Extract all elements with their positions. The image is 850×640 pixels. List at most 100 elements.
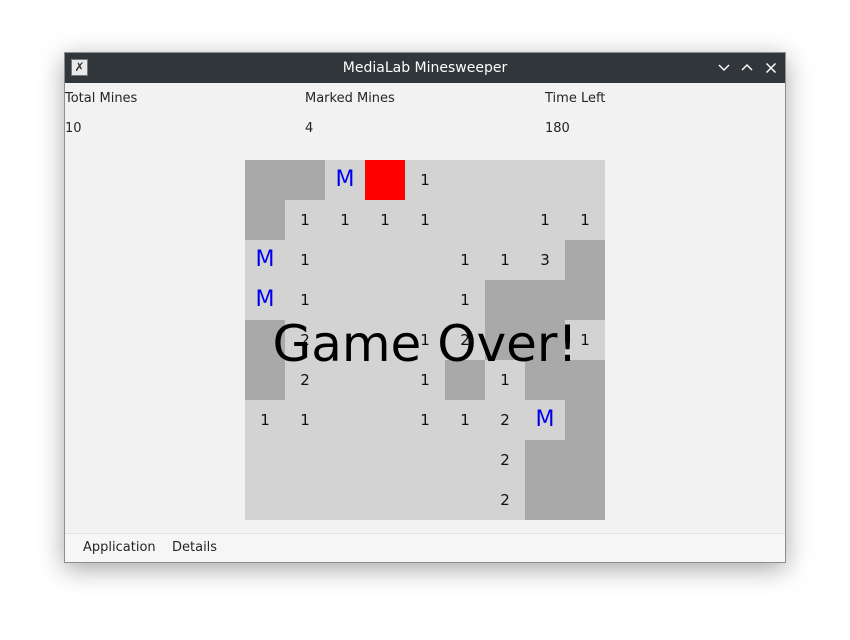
minimize-button[interactable] [715, 59, 733, 77]
cell-number[interactable]: 1 [485, 240, 525, 280]
cell-number[interactable]: 1 [285, 400, 325, 440]
cell-exploded-mine[interactable] [365, 160, 405, 200]
cell-hidden[interactable] [245, 360, 285, 400]
cell-open[interactable] [325, 240, 365, 280]
cell-open[interactable] [485, 200, 525, 240]
minefield-grid: M1111111M1113M11212121111112M22 [245, 160, 605, 520]
cell-number[interactable]: 1 [405, 160, 445, 200]
cell-open[interactable] [405, 440, 445, 480]
cell-open[interactable] [285, 440, 325, 480]
cell-flag[interactable]: M [525, 400, 565, 440]
cell-hidden[interactable] [245, 320, 285, 360]
cell-open[interactable] [365, 320, 405, 360]
cell-hidden[interactable] [565, 280, 605, 320]
cell-hidden[interactable] [245, 160, 285, 200]
cell-open[interactable] [365, 440, 405, 480]
cell-open[interactable] [365, 400, 405, 440]
time-left-label: Time Left [545, 91, 606, 106]
cell-number[interactable]: 2 [285, 320, 325, 360]
menu-bar: Application Details [65, 533, 785, 562]
close-button[interactable] [762, 59, 780, 77]
cell-open[interactable] [405, 240, 445, 280]
cell-open[interactable] [485, 160, 525, 200]
cell-hidden[interactable] [565, 360, 605, 400]
cell-open[interactable] [325, 280, 365, 320]
cell-open[interactable] [245, 480, 285, 520]
cell-open[interactable] [445, 200, 485, 240]
cell-open[interactable] [445, 440, 485, 480]
cell-open[interactable] [245, 440, 285, 480]
cell-number[interactable]: 3 [525, 240, 565, 280]
cell-open[interactable] [405, 480, 445, 520]
time-left-value: 180 [545, 121, 570, 136]
title-bar[interactable]: ✗ MediaLab Minesweeper [65, 53, 785, 83]
cell-number[interactable]: 1 [405, 200, 445, 240]
cell-flag[interactable]: M [245, 280, 285, 320]
cell-number[interactable]: 1 [485, 360, 525, 400]
cell-hidden[interactable] [525, 480, 565, 520]
cell-open[interactable] [525, 160, 565, 200]
window-title: MediaLab Minesweeper [342, 60, 508, 76]
chevron-down-icon [718, 64, 730, 72]
close-icon [765, 63, 777, 73]
cell-open[interactable] [445, 480, 485, 520]
cell-open[interactable] [325, 480, 365, 520]
cell-number[interactable]: 1 [565, 200, 605, 240]
cell-hidden[interactable] [485, 320, 525, 360]
cell-number[interactable]: 2 [285, 360, 325, 400]
cell-number[interactable]: 1 [285, 280, 325, 320]
cell-open[interactable] [565, 160, 605, 200]
cell-hidden[interactable] [485, 280, 525, 320]
cell-number[interactable]: 1 [525, 200, 565, 240]
cell-hidden[interactable] [565, 440, 605, 480]
cell-open[interactable] [445, 160, 485, 200]
cell-open[interactable] [365, 360, 405, 400]
cell-open[interactable] [285, 480, 325, 520]
cell-open[interactable] [405, 280, 445, 320]
cell-number[interactable]: 1 [405, 400, 445, 440]
cell-number[interactable]: 1 [325, 200, 365, 240]
cell-hidden[interactable] [565, 400, 605, 440]
cell-number[interactable]: 1 [405, 360, 445, 400]
cell-hidden[interactable] [525, 320, 565, 360]
marked-mines-label: Marked Mines [305, 91, 395, 106]
chevron-up-icon [741, 63, 753, 71]
cell-open[interactable] [325, 360, 365, 400]
cell-flag[interactable]: M [325, 160, 365, 200]
cell-hidden[interactable] [525, 440, 565, 480]
cell-hidden[interactable] [285, 160, 325, 200]
cell-number[interactable]: 2 [485, 400, 525, 440]
cell-open[interactable] [325, 400, 365, 440]
cell-hidden[interactable] [525, 280, 565, 320]
menu-application[interactable]: Application [81, 534, 158, 562]
cell-hidden[interactable] [565, 240, 605, 280]
cell-number[interactable]: 2 [445, 320, 485, 360]
cell-number[interactable]: 1 [405, 320, 445, 360]
menu-details[interactable]: Details [170, 534, 219, 562]
total-mines-value: 10 [65, 121, 82, 136]
cell-number[interactable]: 1 [445, 240, 485, 280]
cell-number[interactable]: 1 [245, 400, 285, 440]
cell-number[interactable]: 1 [445, 400, 485, 440]
marked-mines-value: 4 [305, 121, 314, 136]
cell-open[interactable] [325, 320, 365, 360]
maximize-button[interactable] [738, 59, 756, 77]
app-window: ✗ MediaLab Minesweeper Total Mines 10 Ma… [64, 52, 786, 563]
cell-flag[interactable]: M [245, 240, 285, 280]
cell-open[interactable] [365, 280, 405, 320]
cell-number[interactable]: 1 [285, 240, 325, 280]
cell-number[interactable]: 1 [565, 320, 605, 360]
cell-number[interactable]: 2 [485, 480, 525, 520]
total-mines-label: Total Mines [65, 91, 138, 106]
cell-hidden[interactable] [565, 480, 605, 520]
cell-number[interactable]: 1 [445, 280, 485, 320]
cell-number[interactable]: 2 [485, 440, 525, 480]
cell-number[interactable]: 1 [285, 200, 325, 240]
cell-hidden[interactable] [245, 200, 285, 240]
cell-open[interactable] [325, 440, 365, 480]
cell-hidden[interactable] [445, 360, 485, 400]
cell-number[interactable]: 1 [365, 200, 405, 240]
cell-open[interactable] [365, 480, 405, 520]
cell-hidden[interactable] [525, 360, 565, 400]
cell-open[interactable] [365, 240, 405, 280]
